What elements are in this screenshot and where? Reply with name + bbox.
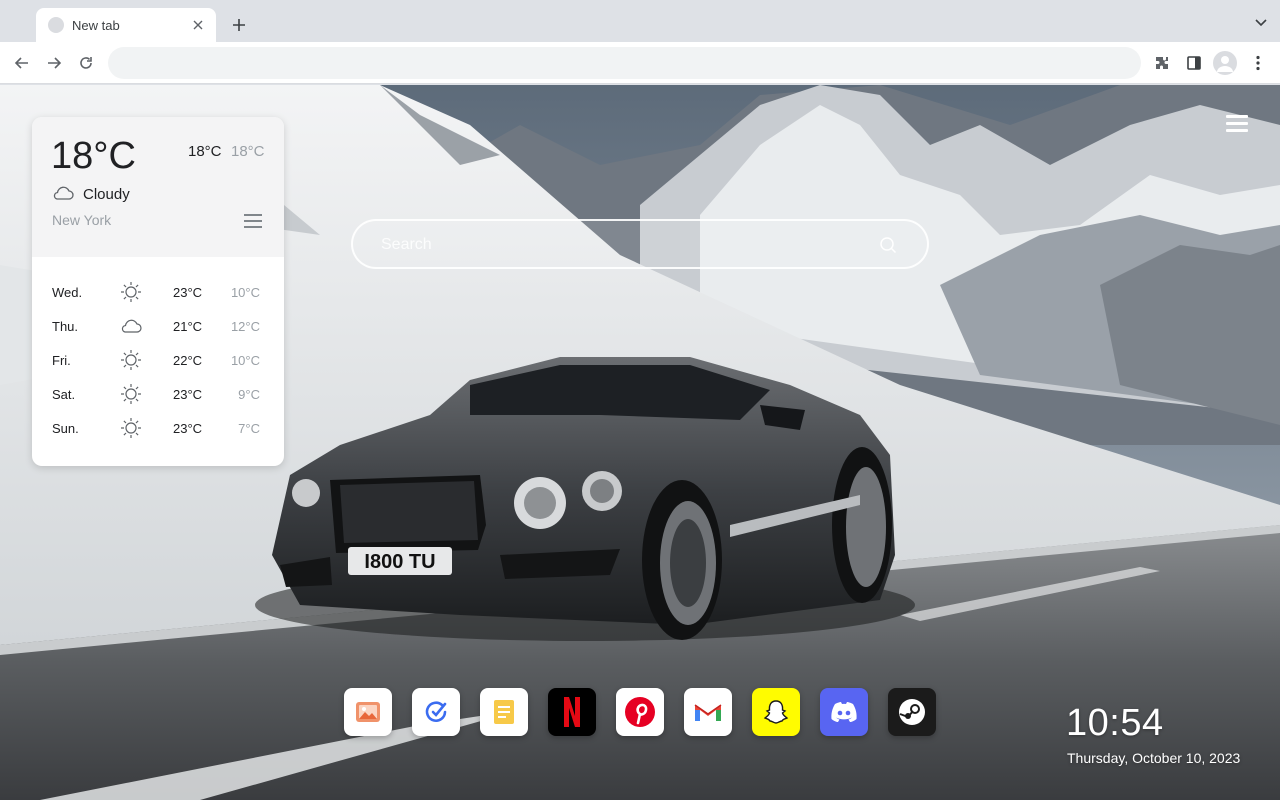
license-plate-text: I800 TU [364, 551, 435, 573]
gmail-icon [694, 704, 722, 721]
snapchat-app[interactable] [752, 688, 800, 736]
forecast-high: 23°C [173, 387, 203, 402]
new-tab-button[interactable] [226, 12, 252, 38]
cloud-icon [53, 186, 74, 200]
forecast-low: 12°C [230, 319, 260, 334]
more-vert-icon [1256, 55, 1260, 71]
forecast-row: Wed. 23°C 10°C [32, 275, 284, 309]
forward-arrow-icon [48, 57, 62, 69]
steam-app[interactable] [888, 688, 936, 736]
person-icon [1217, 56, 1233, 72]
forecast-high: 22°C [173, 353, 203, 368]
forecast-low: 7°C [238, 421, 260, 436]
tab-strip: New tab [0, 0, 1280, 42]
tab-new-tab[interactable]: New tab [36, 8, 216, 42]
tab-favicon-icon [48, 17, 64, 33]
gmail-app[interactable] [684, 688, 732, 736]
sun-icon [121, 282, 141, 302]
forecast-row: Sat. 23°C 9°C [32, 377, 284, 411]
browser-toolbar [0, 42, 1280, 84]
clock-date: Thursday, October 10, 2023 [1067, 750, 1241, 766]
sun-icon [121, 350, 141, 370]
forecast-high: 21°C [173, 319, 203, 334]
netflix-icon [564, 697, 580, 727]
forecast-high: 23°C [173, 421, 203, 436]
photos-app[interactable] [344, 688, 392, 736]
new-tab-page: I800 TU 18°C 18°C 18°C Cloudy New York W… [0, 85, 1280, 800]
notes-app[interactable] [480, 688, 528, 736]
app-dock [344, 688, 936, 736]
page-menu-button[interactable] [1226, 115, 1248, 135]
search-box [351, 219, 929, 269]
today-low: 18°C [231, 143, 265, 160]
forecast-row: Sun. 23°C 7°C [32, 411, 284, 445]
clock-time: 10:54 [1066, 702, 1164, 744]
discord-app[interactable] [820, 688, 868, 736]
profile-avatar[interactable] [1213, 51, 1237, 75]
forecast-low: 9°C [238, 387, 260, 402]
notes-icon [494, 700, 514, 724]
cloud-icon [121, 319, 142, 333]
forecast-high: 23°C [173, 285, 203, 300]
forecast-day: Sun. [52, 421, 79, 436]
address-bar[interactable] [108, 47, 1141, 79]
weather-city: New York [52, 212, 112, 228]
browser-menu-button[interactable] [1246, 51, 1270, 75]
tasks-app[interactable] [412, 688, 460, 736]
side-panel-icon [1187, 56, 1201, 70]
weather-current: 18°C 18°C 18°C Cloudy New York [32, 117, 284, 257]
steam-icon [899, 699, 925, 725]
tab-title: New tab [72, 17, 120, 33]
forecast-low: 10°C [230, 285, 260, 300]
forecast-low: 10°C [230, 353, 260, 368]
puzzle-icon [1156, 57, 1168, 69]
search-input[interactable] [381, 233, 861, 257]
forecast-day: Fri. [52, 353, 71, 368]
tab-close-icon[interactable] [190, 17, 206, 33]
forecast-row: Thu. 21°C 12°C [32, 309, 284, 343]
hamburger-icon [1226, 115, 1248, 118]
search-icon[interactable] [879, 236, 897, 254]
list-icon [244, 214, 262, 216]
forecast-day: Sat. [52, 387, 76, 402]
image-icon [356, 702, 380, 722]
extensions-button[interactable] [1150, 51, 1174, 75]
current-temperature: 18°C [51, 135, 136, 177]
back-arrow-icon [14, 57, 28, 69]
pinterest-icon [625, 697, 655, 727]
back-button[interactable] [10, 51, 34, 75]
weather-forecast: Wed. 23°C 10°C Thu. 21°C 12°C Fri. 22°C … [32, 275, 284, 445]
tab-search-chevron-icon[interactable] [1252, 14, 1270, 32]
side-panel-button[interactable] [1182, 51, 1206, 75]
snapchat-icon [763, 700, 789, 724]
sun-icon [121, 384, 141, 404]
discord-icon [831, 702, 857, 722]
forecast-day: Wed. [52, 285, 83, 300]
weather-menu-button[interactable] [244, 214, 262, 228]
forecast-row: Fri. 22°C 10°C [32, 343, 284, 377]
forecast-day: Thu. [52, 319, 79, 334]
weather-condition: Cloudy [83, 186, 130, 203]
today-high: 18°C [188, 143, 222, 160]
check-edit-icon [425, 701, 447, 722]
pinterest-app[interactable] [616, 688, 664, 736]
forward-button[interactable] [42, 51, 66, 75]
reload-button[interactable] [74, 51, 98, 75]
netflix-app[interactable] [548, 688, 596, 736]
weather-widget: 18°C 18°C 18°C Cloudy New York Wed. 23°C… [32, 117, 284, 466]
reload-icon [80, 57, 92, 69]
sun-icon [121, 418, 141, 438]
